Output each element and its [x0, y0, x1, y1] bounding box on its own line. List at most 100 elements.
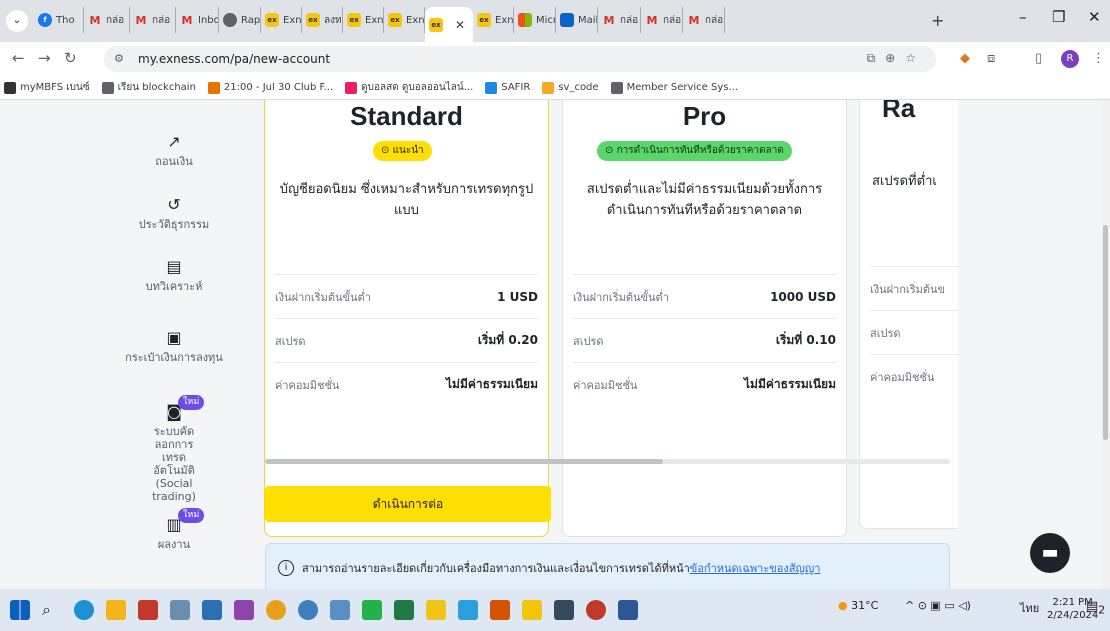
- cards-scrollbar[interactable]: [265, 459, 950, 464]
- sidebar-item-label: ระบบคัดลอกการเทรดอัตโนมัติ (Social tradi…: [152, 425, 196, 503]
- excel-icon[interactable]: [394, 600, 414, 620]
- filezilla-icon[interactable]: [138, 600, 158, 620]
- info-icon: i: [278, 560, 294, 576]
- browser-tab[interactable]: M Inbo: [176, 7, 219, 33]
- search-icon[interactable]: ⌕: [42, 600, 62, 620]
- gmail-icon: M: [646, 13, 658, 27]
- browser-tab[interactable]: ex Exne: [261, 7, 302, 33]
- bookmark-item[interactable]: myMBFS เบนซ์: [4, 80, 90, 95]
- notification-icon[interactable]: ▤2: [1086, 599, 1105, 617]
- scrollbar-thumb[interactable]: [265, 459, 663, 464]
- line-icon[interactable]: [362, 600, 382, 620]
- bookmark-label: ดูบอลสด ดูบอลออนไลน์...: [361, 82, 474, 93]
- powerpoint-icon[interactable]: [490, 600, 510, 620]
- spec-row: สเปรด: [870, 310, 958, 354]
- tab-title: Mail: [578, 14, 598, 26]
- side-panel-icon[interactable]: ▯: [1035, 51, 1042, 66]
- browser-tab[interactable]: ex Exne: [384, 7, 425, 33]
- extensions-icon[interactable]: ⧈: [987, 51, 995, 66]
- scrollbar-thumb[interactable]: [1103, 225, 1108, 440]
- mail-icon[interactable]: [202, 600, 222, 620]
- bookmark-item[interactable]: เรียน blockchain: [101, 80, 196, 95]
- browser-tab[interactable]: Rap: [219, 7, 261, 33]
- restore-icon[interactable]: ❐: [1052, 8, 1065, 26]
- minimize-icon[interactable]: –: [1019, 8, 1027, 26]
- bookmark-item[interactable]: Member Service Sys...: [610, 81, 738, 94]
- account-name: Pro: [682, 101, 727, 131]
- bookmark-item[interactable]: ดูบอลสด ดูบอลออนไลน์...: [345, 80, 473, 95]
- analytics-icon: ▤: [166, 257, 182, 276]
- sidebar-item[interactable]: ▤ บทวิเคราะห์: [118, 257, 230, 294]
- browser-tab[interactable]: M กล่อ: [84, 7, 130, 33]
- browser-tab[interactable]: M กล่อ: [130, 7, 176, 33]
- browser-tab[interactable]: f Tho: [34, 7, 84, 33]
- app-icon[interactable]: [170, 600, 190, 620]
- app-icon[interactable]: [330, 600, 350, 620]
- reload-icon[interactable]: ↻: [64, 49, 77, 67]
- telegram-icon[interactable]: [458, 600, 478, 620]
- browser-tab[interactable]: Micr: [514, 7, 556, 33]
- chat-icon[interactable]: ▬: [1030, 533, 1070, 573]
- metamask-icon[interactable]: ◆: [960, 51, 970, 66]
- bookmark-item[interactable]: 21:00 - Jul 30 Club F...: [207, 81, 334, 94]
- site-info-icon[interactable]: ⚙: [114, 52, 124, 65]
- file-explorer-icon[interactable]: [106, 600, 126, 620]
- calculator-icon[interactable]: [554, 600, 574, 620]
- account-card-standard[interactable]: Standard ⊙ แนะนำ บัญชียอดนิยม ซึ่งเหมาะส…: [264, 100, 549, 537]
- sidebar-item[interactable]: ↗ ถอนเงิน: [118, 133, 230, 169]
- language-indicator[interactable]: ไทย: [1020, 599, 1039, 617]
- bookmark-item[interactable]: sv_code: [542, 81, 599, 94]
- close-window-icon[interactable]: ✕: [1088, 8, 1101, 26]
- spec-row: ค่าคอมมิชชั่น ไม่มีค่าธรรมเนียม: [275, 362, 538, 406]
- facebook-icon: f: [38, 13, 52, 27]
- chrome-icon[interactable]: [586, 600, 606, 620]
- back-icon[interactable]: ←: [12, 49, 25, 67]
- browser-tab[interactable]: ex Exne: [473, 7, 514, 33]
- word-icon[interactable]: [618, 600, 638, 620]
- forward-icon[interactable]: →: [38, 49, 51, 67]
- browser-tab[interactable]: ex ✕: [425, 7, 473, 42]
- tab-title: Exne: [495, 14, 514, 26]
- continue-button[interactable]: ดำเนินการต่อ: [265, 486, 551, 522]
- account-card-raw[interactable]: Ra สเปรดที่ต่ำเ เงินฝากเริ่มต้นข สเปรด ค…: [859, 100, 958, 529]
- app-icon[interactable]: [522, 600, 542, 620]
- bookmark-item[interactable]: SAFIR: [485, 81, 530, 94]
- sidebar-item[interactable]: ◙ ระบบคัดลอกการเทรดอัตโนมัติ (Social trad…: [146, 395, 205, 503]
- tab-title: Exne: [365, 14, 384, 26]
- edge-icon[interactable]: [74, 600, 94, 620]
- chrome-profile-icon[interactable]: [298, 600, 318, 620]
- account-card-pro[interactable]: Pro ⊙ การดำเนินการทันทีหรือด้วยราคาตลาด …: [562, 100, 847, 537]
- omnibox-actions[interactable]: ⧉⊕☆: [867, 51, 926, 66]
- app-icon[interactable]: [426, 600, 446, 620]
- url-text: my.exness.com/pa/new-account: [138, 52, 331, 66]
- sidebar-item[interactable]: ↺ ประวัติธุรกรรม: [118, 196, 230, 232]
- browser-tab[interactable]: ex Exne: [343, 7, 384, 33]
- account-name: Standard: [350, 101, 463, 131]
- tab-title: กล่อ: [620, 14, 639, 26]
- weather-widget[interactable]: ● 31°C: [838, 599, 878, 612]
- bookmark-label: 21:00 - Jul 30 Club F...: [223, 82, 334, 93]
- address-bar[interactable]: ⚙ my.exness.com/pa/new-account ⧉⊕☆: [104, 46, 936, 72]
- chrome-icon[interactable]: [266, 600, 286, 620]
- account-card-clip: Ra สเปรดที่ต่ำเ เงินฝากเริ่มต้นข สเปรด ค…: [859, 100, 958, 537]
- new-tab-button[interactable]: +: [931, 11, 944, 30]
- menu-icon[interactable]: ⋮: [1092, 51, 1105, 66]
- system-tray-icons[interactable]: ^ ⊙ ▣ ▭ ◁): [905, 599, 971, 612]
- start-icon[interactable]: [10, 600, 30, 620]
- sidebar-item[interactable]: ▥ ผลงาน ใหม่: [118, 508, 230, 551]
- browser-tab[interactable]: M กล่อ: [641, 7, 683, 33]
- tab-close-icon[interactable]: ✕: [455, 18, 465, 32]
- page-scrollbar[interactable]: [1101, 100, 1110, 589]
- browser-tab[interactable]: M กล่อ: [598, 7, 641, 33]
- execution-badge: ⊙ การดำเนินการทันทีหรือด้วยราคาตลาด: [597, 141, 792, 161]
- profile-avatar[interactable]: R: [1061, 50, 1079, 68]
- app-icon[interactable]: [234, 600, 254, 620]
- tab-search-button[interactable]: ⌄: [6, 10, 28, 32]
- sidebar-item[interactable]: ▣ กระเป๋าเงินการลงทุน: [118, 329, 230, 365]
- spec-row: ค่าคอมมิชชั่น ไม่มีค่าธรรมเนียม: [573, 362, 836, 406]
- contract-specs-link[interactable]: ข้อกำหนดเฉพาะของสัญญา: [690, 559, 821, 577]
- browser-tab[interactable]: ex ลงทะ: [302, 7, 343, 33]
- browser-tab[interactable]: M กล่อ: [683, 7, 725, 33]
- browser-tab[interactable]: Mail: [556, 7, 598, 33]
- bookmark-icon: [485, 81, 498, 94]
